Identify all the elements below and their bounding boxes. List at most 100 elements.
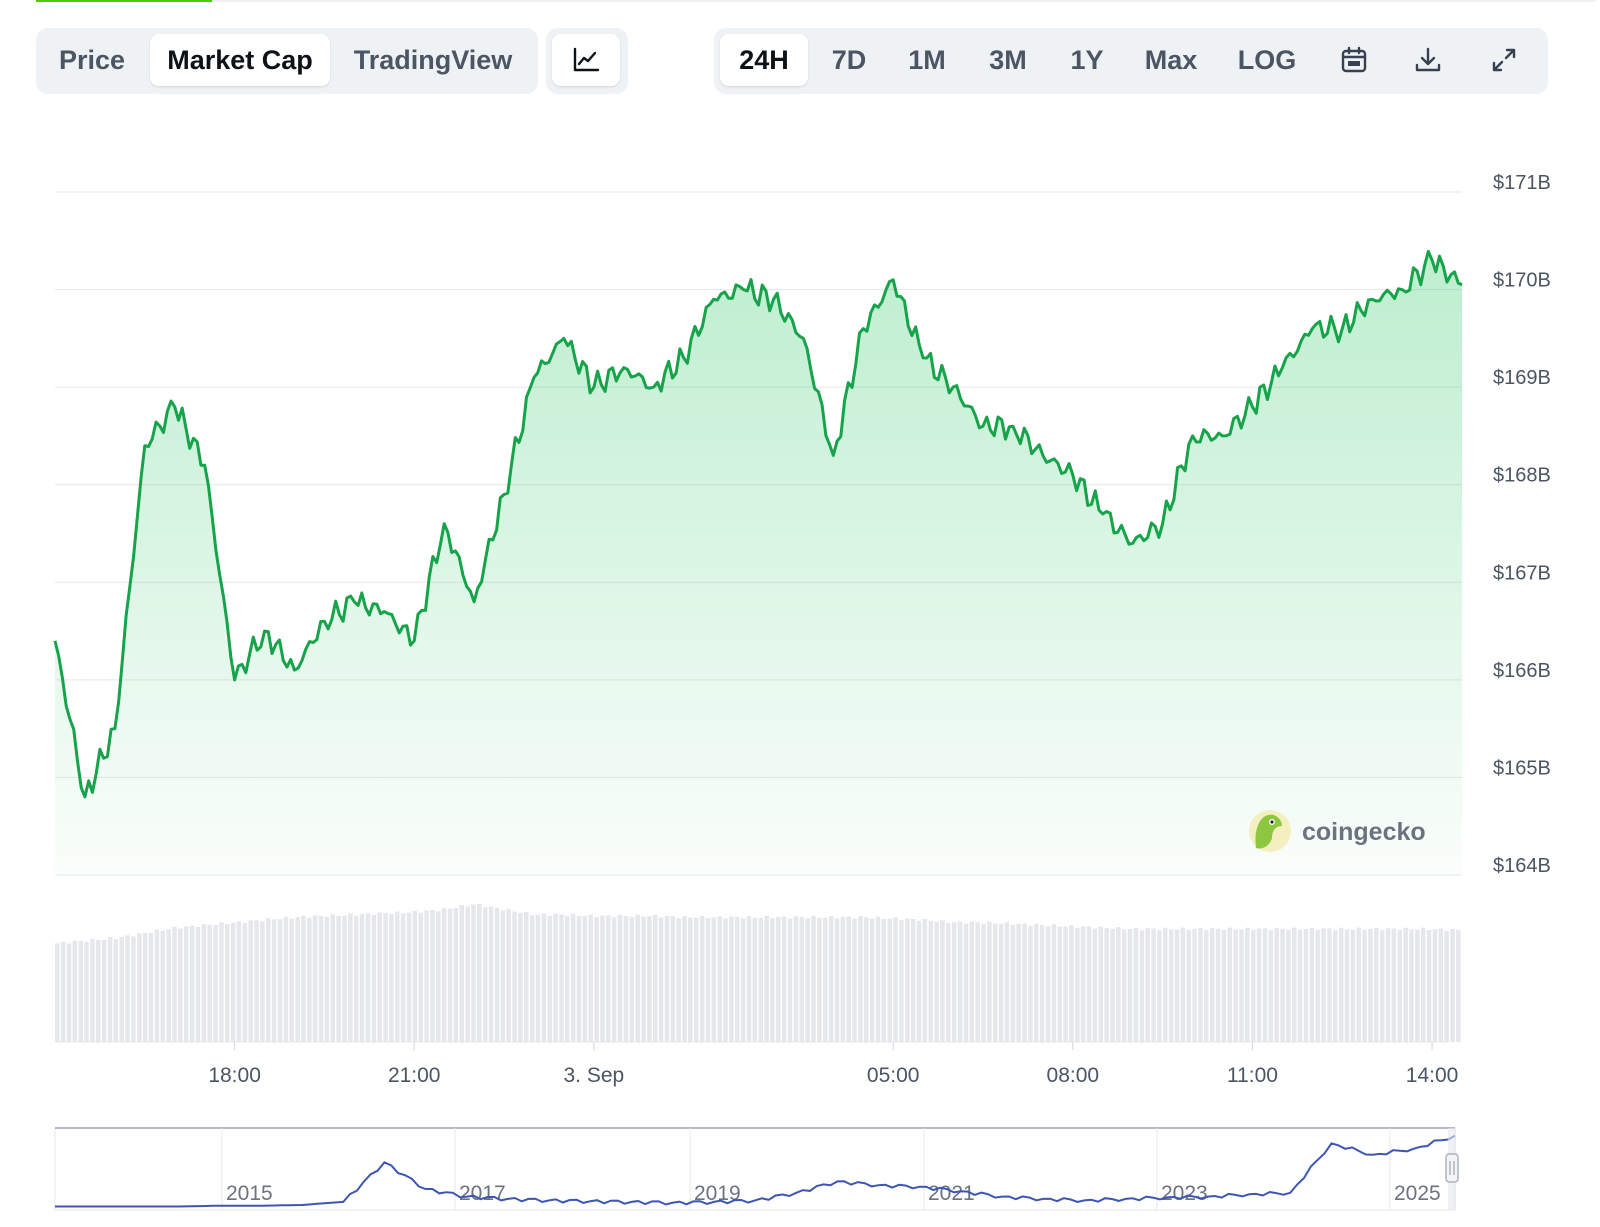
navigator-year-label: 2021 <box>928 1182 975 1205</box>
volume-bar <box>101 939 107 1042</box>
volume-bar <box>248 920 253 1042</box>
volume-bar <box>846 916 851 1042</box>
volume-bar <box>1344 929 1350 1042</box>
volume-bar <box>1438 928 1443 1042</box>
volume-bar <box>611 917 617 1042</box>
volume-bar <box>1004 922 1010 1042</box>
volume-bar <box>694 918 699 1042</box>
volume-bar <box>1104 928 1109 1042</box>
volume-bar <box>922 918 928 1042</box>
y-axis-labels: $171B $170B $169B $168B $167B $166B $165B $164B <box>1493 172 1551 877</box>
volume-bar <box>500 910 506 1042</box>
volume-bar <box>899 920 904 1042</box>
volume-bar <box>1122 929 1127 1042</box>
volume-bar <box>483 907 488 1042</box>
volume-bar <box>993 923 998 1042</box>
volume-bar <box>166 929 171 1042</box>
volume-bar <box>395 911 400 1042</box>
volume-bar <box>869 918 875 1042</box>
x-tick-label: 21:00 <box>388 1064 441 1087</box>
volume-bar <box>1057 926 1062 1042</box>
range-navigator[interactable]: 2015 2017 2019 2021 2023 2025 <box>54 1127 1459 1211</box>
volume-bar <box>981 923 986 1042</box>
volume-bar <box>1204 930 1209 1042</box>
navigator-year-label: 2025 <box>1394 1182 1441 1205</box>
volume-bar <box>266 918 271 1042</box>
volume-bar <box>1409 929 1414 1042</box>
volume-bar <box>1450 929 1455 1042</box>
volume-bar <box>553 913 558 1042</box>
volume-bar <box>594 917 599 1042</box>
volume-bar <box>658 917 664 1042</box>
volume-bar <box>893 917 898 1042</box>
volume-bar <box>312 915 318 1042</box>
volume-bar <box>840 916 846 1042</box>
x-tick-label: 11:00 <box>1227 1064 1278 1087</box>
volume-bar <box>916 920 922 1042</box>
volume-bar <box>400 913 406 1042</box>
volume-bar <box>471 904 476 1042</box>
volume-bar <box>647 916 652 1042</box>
volume-bar <box>541 913 547 1042</box>
volume-bar <box>576 915 582 1042</box>
market-cap-area <box>55 251 1462 875</box>
volume-bar <box>412 910 418 1042</box>
volume-bar <box>735 916 740 1042</box>
volume-bar <box>254 920 259 1042</box>
volume-bar <box>518 912 523 1042</box>
volume-bar <box>1028 925 1033 1042</box>
volume-bar <box>682 916 687 1042</box>
volume-bar <box>770 918 775 1042</box>
volume-bar <box>717 916 722 1042</box>
volume-bar <box>1145 928 1150 1042</box>
volume-bar <box>752 917 758 1042</box>
market-cap-chart[interactable]: $171B $170B $169B $168B $167B $166B $165B $164B… <box>0 0 1600 1227</box>
volume-bar <box>1168 929 1174 1042</box>
volume-bar <box>383 913 388 1042</box>
volume-bar <box>125 935 130 1042</box>
volume-bar <box>277 919 283 1042</box>
volume-bar <box>635 914 640 1042</box>
volume-bar <box>1268 930 1273 1042</box>
volume-bar <box>676 918 681 1042</box>
volume-bar <box>905 918 910 1042</box>
y-tick-label: $164B <box>1493 855 1551 877</box>
volume-bar <box>1444 931 1449 1042</box>
volume-bar <box>864 917 869 1042</box>
volume-bar <box>811 915 816 1042</box>
volume-bar <box>236 921 242 1042</box>
volume-bar <box>834 918 840 1042</box>
volume-bar <box>1421 927 1426 1042</box>
volume-bar <box>1338 927 1344 1042</box>
volume-bar <box>559 914 564 1042</box>
volume-bar <box>1432 929 1438 1042</box>
volume-bar <box>342 915 347 1042</box>
volume-bar <box>787 918 793 1042</box>
x-tick-label: 08:00 <box>1047 1064 1100 1087</box>
volume-bar <box>582 915 588 1042</box>
volume-bar <box>459 905 464 1042</box>
volume-bar <box>1239 929 1244 1042</box>
y-tick-label: $167B <box>1493 562 1551 584</box>
volume-bar <box>600 915 605 1042</box>
volume-bar <box>1362 929 1367 1042</box>
volume-bar <box>301 915 306 1042</box>
volume-bar <box>1163 927 1168 1042</box>
volume-bar <box>1069 925 1074 1042</box>
volume-bar <box>512 911 517 1042</box>
volume-bar <box>441 908 447 1042</box>
volume-bar <box>910 919 916 1042</box>
navigator-handle[interactable] <box>1445 1153 1459 1183</box>
volume-bar <box>119 936 124 1042</box>
volume-bar <box>764 915 769 1042</box>
volume-bar <box>84 941 89 1042</box>
volume-bar <box>524 911 529 1042</box>
volume-bar <box>653 914 658 1042</box>
volume-bar <box>184 926 189 1042</box>
volume-bar <box>494 907 500 1042</box>
volume-bar <box>72 940 78 1042</box>
volume-bar <box>1098 926 1103 1042</box>
volume-bar <box>230 922 236 1042</box>
volume-bar <box>1391 928 1397 1042</box>
volume-bar <box>447 908 453 1042</box>
